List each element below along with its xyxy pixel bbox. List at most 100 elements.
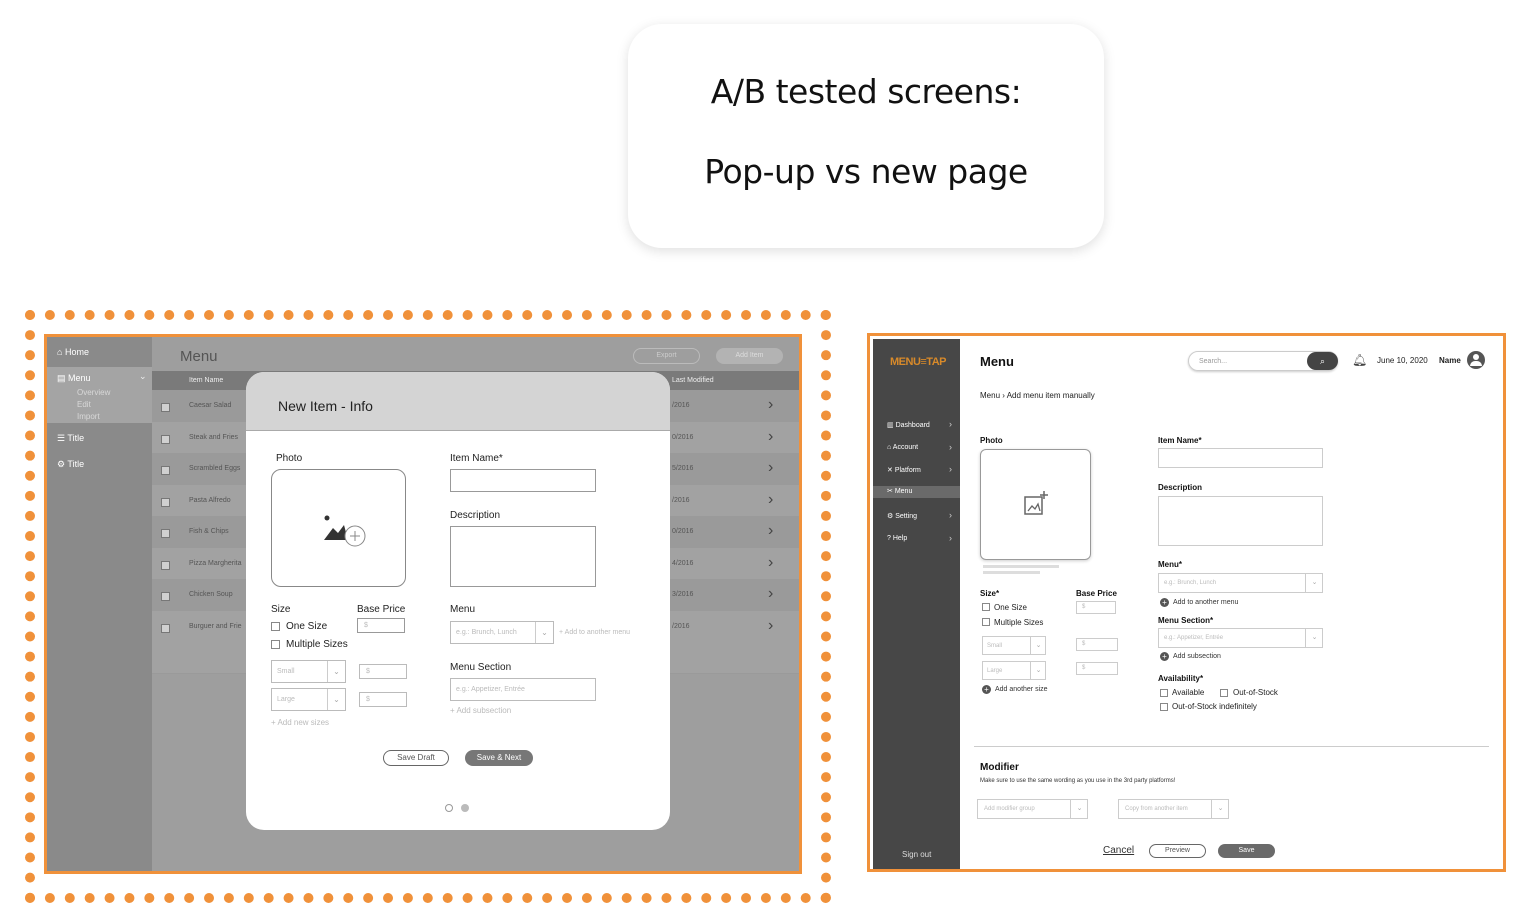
small-size-select[interactable]: Small ⌄ — [982, 636, 1046, 655]
photo-label: Photo — [980, 436, 1003, 445]
plus-circle-icon[interactable]: + — [1160, 652, 1169, 661]
sidebar-item-help[interactable]: ? Help — [887, 535, 907, 542]
sidebar-item-dashboard[interactable]: ▥ Dashboard — [887, 421, 930, 429]
sidebar-item-menu[interactable]: ▤ Menu — [57, 373, 91, 384]
row-item-name: Pizza Margherita — [189, 559, 242, 567]
multiple-sizes-checkbox[interactable] — [982, 618, 990, 626]
chevron-right-icon: › — [949, 509, 952, 520]
row-date: /2016 — [672, 622, 690, 630]
breadcrumb-root[interactable]: Menu — [980, 391, 1000, 400]
sidebar-item-platform[interactable]: ✕ Platform — [887, 466, 921, 474]
add-item-button[interactable]: Add Item — [716, 348, 783, 364]
sidebar-sub-import[interactable]: Import — [77, 412, 100, 421]
plus-circle-icon[interactable]: + — [1160, 598, 1169, 607]
save-button[interactable]: Save — [1218, 844, 1275, 858]
add-sizes-link[interactable]: + Add new sizes — [271, 718, 329, 727]
item-name-label: Item Name* — [450, 453, 503, 464]
photo-label: Photo — [276, 453, 303, 464]
item-name-input[interactable] — [1158, 448, 1323, 468]
chevron-right-icon[interactable]: › — [768, 396, 773, 414]
cancel-link[interactable]: Cancel — [1103, 845, 1134, 856]
description-input[interactable] — [450, 526, 596, 587]
row-checkbox[interactable] — [161, 434, 170, 444]
row-checkbox[interactable] — [161, 623, 170, 633]
sidebar-sub-overview[interactable]: Overview — [77, 388, 110, 397]
large-size-select[interactable]: Large ⌄ — [271, 688, 346, 711]
add-modifier-select[interactable]: Add modifier group ⌄ — [977, 799, 1088, 819]
sidebar-item-account[interactable]: ⌂ Account — [887, 444, 918, 451]
search-icon[interactable]: ⌕ — [1307, 352, 1338, 370]
base-price-input[interactable]: $ — [1076, 601, 1116, 614]
menu-select[interactable]: e.g.: Brunch, Lunch ⌄ — [450, 621, 554, 644]
chevron-down-icon: ⌄ — [1305, 574, 1323, 592]
save-draft-button[interactable]: Save Draft — [383, 750, 449, 766]
large-price-input[interactable]: $ — [1076, 662, 1118, 675]
chevron-right-icon[interactable]: › — [768, 617, 773, 635]
preview-button[interactable]: Preview — [1149, 844, 1206, 858]
large-price-input[interactable]: $ — [359, 692, 407, 707]
avatar[interactable] — [1467, 351, 1485, 369]
row-checkbox[interactable] — [161, 403, 170, 412]
small-price-input[interactable]: $ — [1076, 638, 1118, 651]
row-checkbox[interactable] — [161, 592, 170, 601]
add-menu-link[interactable]: + Add to another menu — [559, 629, 630, 636]
sidebar-item-setting[interactable]: ⚙ Setting — [887, 512, 917, 520]
sidebar: MENU≡TAP ▥ Dashboard › ⌂ Account › ✕ Platfor… — [873, 339, 960, 869]
user-name: Name — [1439, 356, 1461, 365]
sidebar-item-home[interactable]: ⌂ Home — [57, 347, 89, 357]
available-checkbox[interactable] — [1160, 689, 1168, 697]
out-indefinitely-checkbox[interactable] — [1160, 703, 1168, 711]
modifier-note: Make sure to use the same wording as you… — [980, 778, 1176, 784]
menu-section-input[interactable]: e.g.: Appetizer, Entrée — [450, 678, 596, 701]
chevron-right-icon[interactable]: › — [768, 522, 773, 540]
sidebar-item-title-2[interactable]: ⚙ Title — [57, 459, 84, 470]
row-checkbox[interactable] — [161, 497, 170, 507]
row-checkbox[interactable] — [161, 560, 170, 570]
photo-upload[interactable] — [980, 449, 1091, 560]
one-size-label: One Size — [994, 603, 1027, 612]
menu-select[interactable]: e.g.: Brunch, Lunch ⌄ — [1158, 573, 1323, 593]
small-size-select[interactable]: Small ⌄ — [271, 660, 346, 683]
multiple-sizes-checkbox[interactable] — [271, 640, 280, 649]
add-menu-link[interactable]: Add to another menu — [1173, 599, 1238, 606]
menu-label: Menu — [450, 604, 476, 615]
chevron-right-icon[interactable]: › — [768, 585, 773, 603]
one-size-checkbox[interactable] — [271, 622, 280, 631]
bell-icon[interactable]: 🔔︎ — [1352, 353, 1367, 367]
description-input[interactable] — [1158, 496, 1323, 546]
pager-dot-1[interactable] — [445, 804, 453, 812]
row-checkbox[interactable] — [161, 466, 170, 475]
sidebar-item-title-1[interactable]: ☰ Title — [57, 433, 84, 444]
menu-section-select[interactable]: e.g.: Appetizer, Entrée ⌄ — [1158, 628, 1323, 648]
out-of-stock-checkbox[interactable] — [1220, 689, 1228, 697]
row-date: 3/2016 — [672, 591, 694, 598]
add-size-link[interactable]: Add another size — [995, 686, 1048, 693]
gear-icon: ⚙ — [887, 512, 894, 520]
chevron-right-icon[interactable]: › — [768, 491, 773, 509]
chevron-right-icon[interactable]: › — [768, 554, 773, 572]
sidebar-sub-edit[interactable]: Edit — [77, 400, 91, 409]
row-checkbox[interactable] — [161, 529, 170, 538]
chevron-right-icon[interactable]: › — [768, 459, 773, 477]
large-size-select[interactable]: Large ⌄ — [982, 661, 1046, 680]
pager-dot-2[interactable] — [461, 804, 469, 812]
search-input[interactable]: Search... ⌕ — [1188, 351, 1338, 371]
photo-upload[interactable] — [271, 469, 406, 587]
export-button[interactable]: Export — [633, 348, 700, 364]
one-size-checkbox[interactable] — [982, 603, 990, 611]
base-price-input[interactable]: $ — [357, 618, 405, 633]
add-subsection-link[interactable]: + Add subsection — [450, 706, 511, 715]
sidebar-item-menu[interactable]: ✂ Menu — [873, 486, 960, 499]
small-price-input[interactable]: $ — [359, 664, 407, 679]
sidebar: ⌂ Home ▤ Menu ⌄ Overview Edit Import ☰ T… — [47, 337, 152, 871]
sign-out-link[interactable]: Sign out — [902, 850, 931, 859]
item-name-input[interactable] — [450, 469, 596, 492]
copy-item-select[interactable]: Copy from another item ⌄ — [1118, 799, 1229, 819]
add-subsection-link[interactable]: Add subsection — [1173, 653, 1221, 660]
save-next-button[interactable]: Save & Next — [465, 750, 533, 766]
plus-circle-icon[interactable]: + — [982, 685, 991, 694]
chevron-right-icon[interactable]: › — [768, 428, 773, 446]
modal-title: New Item - Info — [278, 398, 373, 414]
page-title: Menu — [180, 348, 218, 365]
item-name-label: Item Name* — [1158, 436, 1202, 445]
